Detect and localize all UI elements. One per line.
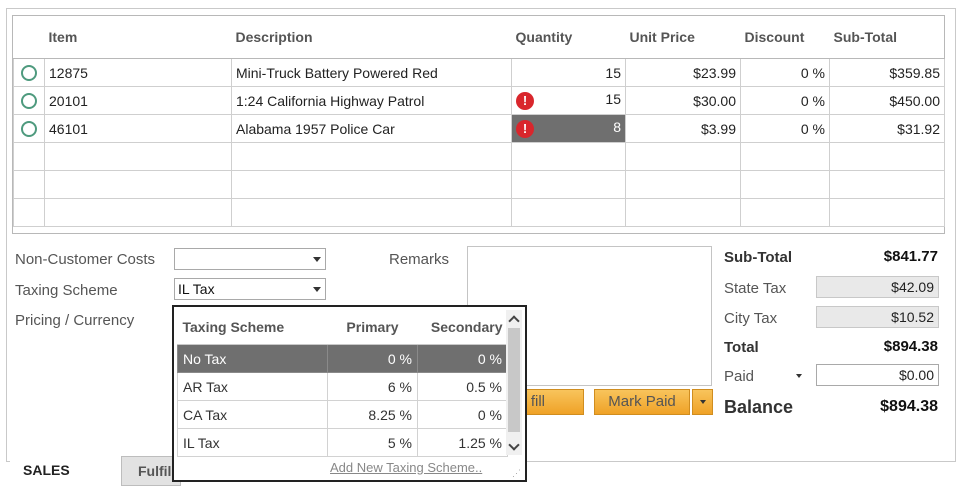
description-cell[interactable]: 1:24 California Highway Patrol (231, 86, 512, 115)
row-select-cell[interactable] (13, 58, 45, 87)
warning-icon[interactable]: ! (516, 120, 534, 138)
dd-scheme-name: IL Tax (177, 428, 328, 457)
unit-price-cell[interactable]: $3.99 (625, 114, 741, 143)
dd-col-header-secondary: Secondary (417, 310, 508, 345)
dd-scheme-name: No Tax (177, 344, 328, 373)
col-header-discount[interactable]: Discount (740, 16, 830, 59)
pricing-currency-label: Pricing / Currency (15, 312, 135, 329)
col-header-description[interactable]: Description (231, 16, 512, 59)
quantity-value: 15 (605, 64, 621, 81)
taxing-scheme-dropdown[interactable]: Taxing Scheme Primary Secondary No Tax 0… (172, 305, 527, 482)
city-tax-field: $10.52 (816, 306, 939, 328)
item-cell[interactable]: 20101 (44, 86, 232, 115)
subtotal-cell: $450.00 (829, 86, 945, 115)
row-select-radio-icon[interactable] (21, 93, 37, 110)
dd-secondary-rate: 0.5 % (417, 372, 508, 401)
col-header-select (13, 16, 45, 59)
tab-sales[interactable]: SALES (10, 456, 122, 486)
resize-grip-icon[interactable]: ⋰ (512, 469, 521, 478)
scroll-up-chevron-icon[interactable] (508, 315, 520, 327)
non-customer-costs-label: Non-Customer Costs (15, 251, 156, 268)
discount-cell[interactable]: 0 % (740, 114, 830, 143)
dropdown-option-row[interactable]: No Tax 0 % 0 % (177, 344, 508, 373)
paid-label: Paid (724, 368, 755, 385)
dd-primary-rate: 6 % (327, 372, 418, 401)
state-tax-label: State Tax (724, 280, 787, 297)
subtotal-cell: $31.92 (829, 114, 945, 143)
empty-row[interactable] (13, 198, 945, 227)
dd-secondary-rate: 1.25 % (417, 428, 508, 457)
taxing-scheme-label: Taxing Scheme (15, 282, 118, 299)
dropdown-scrollbar[interactable] (506, 310, 522, 455)
taxing-scheme-table: Taxing Scheme Primary Secondary No Tax 0… (177, 310, 508, 457)
dropdown-option-row[interactable]: AR Tax 6 % 0.5 % (177, 372, 508, 401)
item-cell[interactable]: 46101 (44, 114, 232, 143)
col-header-unit-price[interactable]: Unit Price (625, 16, 741, 59)
non-customer-costs-combo[interactable] (174, 248, 326, 270)
dropdown-arrow-icon[interactable] (313, 287, 321, 292)
paid-input[interactable]: $0.00 (816, 364, 939, 386)
unit-price-cell[interactable]: $30.00 (625, 86, 741, 115)
total-label: Total (724, 339, 759, 356)
dd-scheme-name: CA Tax (177, 400, 328, 429)
line-items-grid: Item Description Quantity Unit Price Dis… (12, 15, 945, 234)
total-value: $894.38 (883, 338, 938, 355)
row-select-radio-icon[interactable] (21, 121, 37, 138)
quantity-value: 15 (605, 91, 621, 107)
mark-paid-menu-button[interactable] (692, 389, 713, 415)
city-tax-label: City Tax (724, 310, 778, 327)
subtotal-label: Sub-Total (724, 249, 793, 266)
empty-row[interactable] (13, 170, 945, 199)
item-cell[interactable]: 12875 (44, 58, 232, 87)
dd-col-header-primary: Primary (327, 310, 418, 345)
table-row[interactable]: 46101 Alabama 1957 Police Car ! 8 $3.99 0… (13, 114, 945, 143)
dd-secondary-rate: 0 % (417, 400, 508, 429)
empty-row[interactable] (13, 142, 945, 171)
col-header-subtotal[interactable]: Sub-Total (829, 16, 945, 59)
dropdown-option-row[interactable]: IL Tax 5 % 1.25 % (177, 428, 508, 457)
line-items-table: Item Description Quantity Unit Price Dis… (13, 16, 945, 227)
dd-primary-rate: 5 % (327, 428, 418, 457)
dropdown-option-row[interactable]: CA Tax 8.25 % 0 % (177, 400, 508, 429)
dd-primary-rate: 8.25 % (327, 400, 418, 429)
quantity-cell-active[interactable]: ! 8 (511, 114, 626, 143)
taxing-scheme-value: IL Tax (178, 281, 215, 297)
add-new-taxing-scheme-link[interactable]: Add New Taxing Scheme.. (330, 460, 482, 475)
quantity-cell[interactable]: ! 15 (511, 86, 626, 115)
warning-icon[interactable]: ! (516, 92, 534, 110)
col-header-quantity[interactable]: Quantity (511, 16, 626, 59)
row-select-cell[interactable] (13, 86, 45, 115)
unit-price-cell[interactable]: $23.99 (625, 58, 741, 87)
table-row[interactable]: 20101 1:24 California Highway Patrol ! 15… (13, 86, 945, 115)
discount-cell[interactable]: 0 % (740, 86, 830, 115)
dropdown-header-row: Taxing Scheme Primary Secondary (177, 310, 508, 345)
dropdown-arrow-icon[interactable] (313, 257, 321, 262)
dd-scheme-name: AR Tax (177, 372, 328, 401)
discount-cell[interactable]: 0 % (740, 58, 830, 87)
balance-value: $894.38 (880, 398, 938, 415)
grid-header-row: Item Description Quantity Unit Price Dis… (13, 16, 945, 59)
table-row[interactable]: 12875 Mini-Truck Battery Powered Red 15 … (13, 58, 945, 87)
dd-col-header-scheme: Taxing Scheme (177, 310, 328, 345)
paid-menu-chevron-down-icon[interactable] (796, 374, 802, 378)
row-select-cell[interactable] (13, 114, 45, 143)
scrollbar-thumb[interactable] (508, 328, 520, 432)
subtotal-cell: $359.85 (829, 58, 945, 87)
scroll-down-chevron-icon[interactable] (508, 439, 520, 451)
dd-secondary-rate: 0 % (417, 344, 508, 373)
state-tax-field: $42.09 (816, 276, 939, 298)
dd-primary-rate: 0 % (327, 344, 418, 373)
quantity-value: 8 (613, 119, 621, 135)
quantity-cell[interactable]: 15 (511, 58, 626, 87)
mark-paid-button[interactable]: Mark Paid (594, 389, 690, 415)
description-cell[interactable]: Alabama 1957 Police Car (231, 114, 512, 143)
row-select-radio-icon[interactable] (21, 65, 37, 82)
balance-label: Balance (724, 397, 794, 417)
description-cell[interactable]: Mini-Truck Battery Powered Red (231, 58, 512, 87)
subtotal-value: $841.77 (883, 248, 938, 265)
col-header-item[interactable]: Item (44, 16, 232, 59)
chevron-down-icon (699, 400, 706, 405)
taxing-scheme-combo[interactable]: IL Tax (174, 278, 326, 300)
remarks-label: Remarks (389, 251, 450, 268)
